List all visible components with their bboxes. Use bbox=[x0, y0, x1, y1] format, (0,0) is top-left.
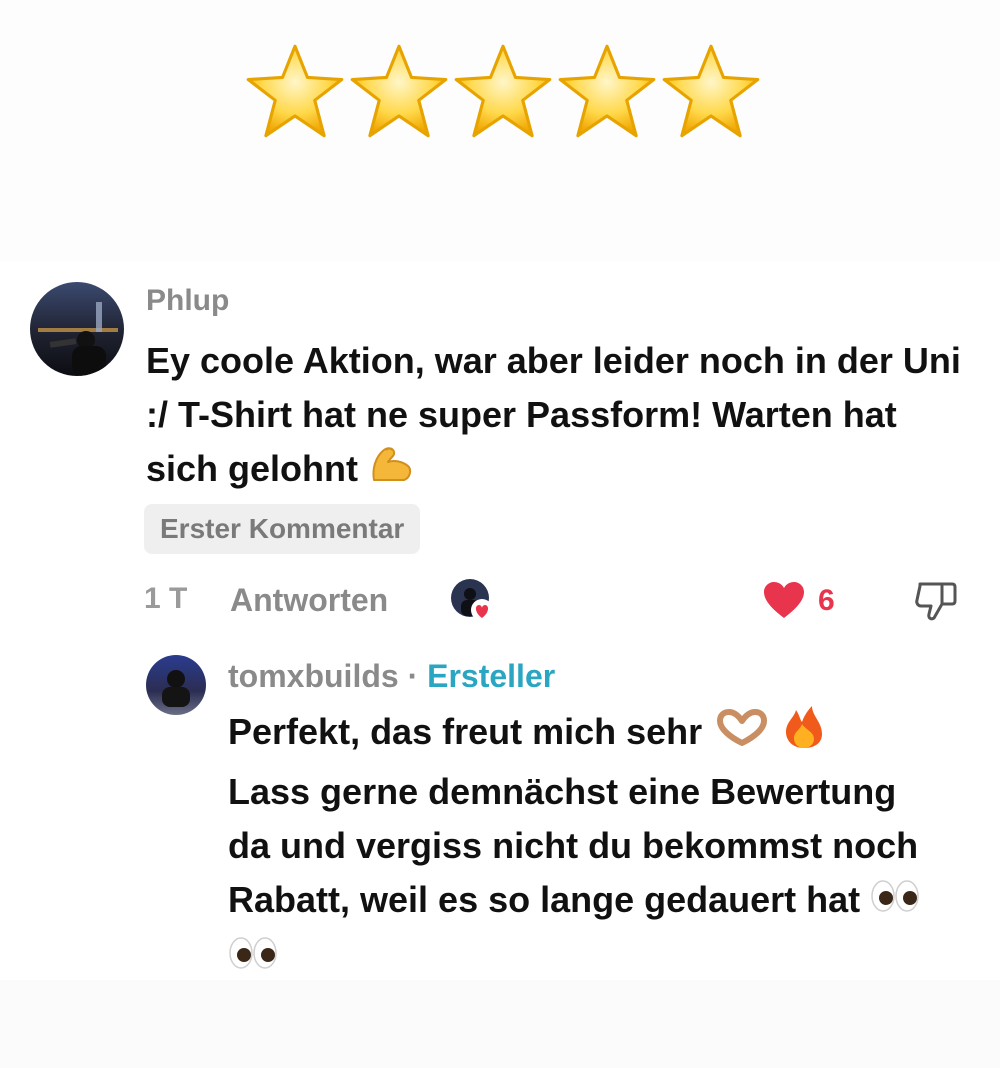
comment-body: Ey coole Aktion, war aber leider noch in… bbox=[146, 340, 961, 489]
star-icon bbox=[662, 44, 760, 138]
comment-actions: 1 T Antworten 6 bbox=[144, 578, 974, 622]
star-icon bbox=[454, 44, 552, 138]
reply-text: Perfekt, das freut mich sehr Lass gerne … bbox=[228, 704, 948, 986]
star-icon bbox=[558, 44, 656, 138]
comment-time: 1 T bbox=[144, 582, 188, 615]
first-comment-badge: Erster Kommentar bbox=[144, 504, 421, 554]
comment-text: Ey coole Aktion, war aber leider noch in… bbox=[146, 334, 966, 499]
flexed-biceps-icon bbox=[368, 444, 414, 499]
star-icon bbox=[246, 44, 344, 138]
star-rating bbox=[243, 40, 763, 144]
like-heart-icon[interactable] bbox=[762, 580, 806, 620]
like-count: 6 bbox=[818, 584, 835, 617]
comment: Phlup Ey coole Aktion, war aber leider n… bbox=[0, 262, 1000, 980]
reply-avatar[interactable] bbox=[146, 655, 206, 715]
dislike-icon[interactable] bbox=[912, 578, 960, 624]
reply-username[interactable]: tomxbuilds bbox=[228, 658, 399, 694]
reply-line1: Perfekt, das freut mich sehr bbox=[228, 711, 703, 753]
avatar[interactable] bbox=[30, 282, 124, 376]
heart-hands-icon bbox=[712, 707, 772, 762]
creator-liked-avatar bbox=[450, 578, 494, 622]
star-icon bbox=[350, 44, 448, 138]
reply-button[interactable]: Antworten bbox=[230, 582, 388, 619]
fire-icon bbox=[782, 704, 826, 765]
separator: · bbox=[407, 658, 419, 694]
reply-body: Lass gerne demnächst eine Bewertung da u… bbox=[228, 771, 919, 920]
rating-banner bbox=[0, 0, 1000, 262]
eyes-icon bbox=[870, 875, 920, 929]
creator-label: Ersteller bbox=[427, 658, 556, 694]
reply-header: tomxbuilds · Ersteller bbox=[228, 658, 555, 695]
eyes-icon bbox=[228, 932, 278, 986]
bottom-area bbox=[0, 980, 1000, 1068]
comment-username[interactable]: Phlup bbox=[146, 284, 229, 318]
